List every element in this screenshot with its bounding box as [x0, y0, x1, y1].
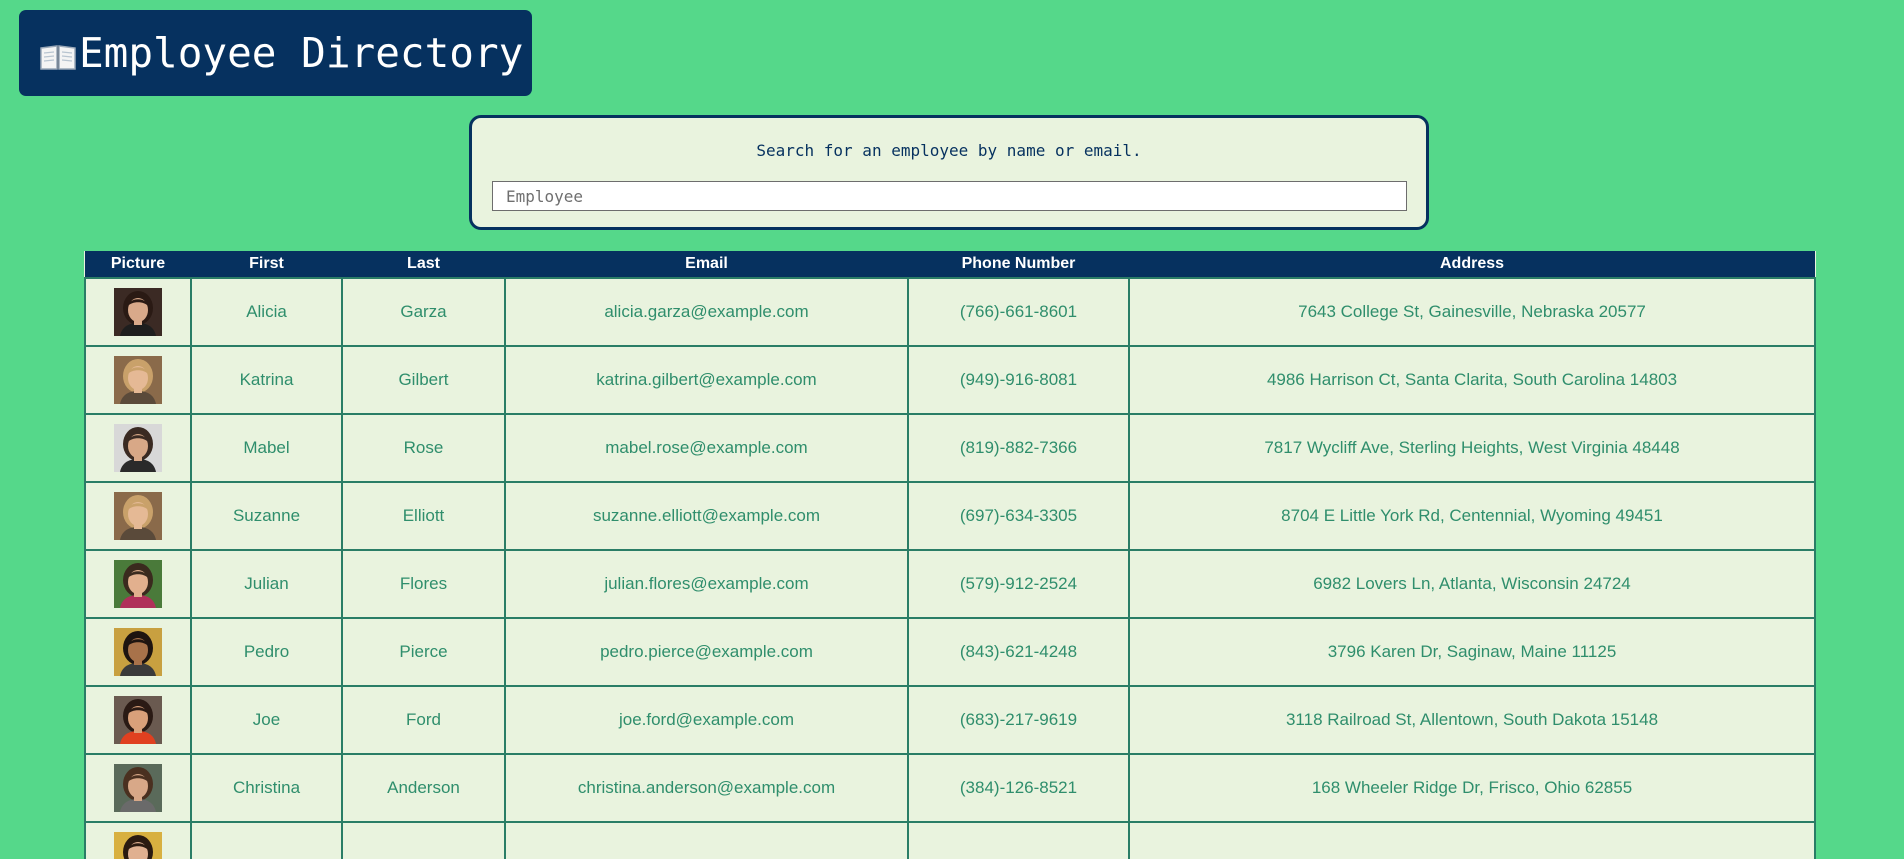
cell-phone: (579)-912-2524 — [907, 549, 1130, 619]
cell-email: suzanne.elliott@example.com — [504, 481, 909, 551]
column-header-phone[interactable]: Phone Number — [908, 251, 1129, 278]
cell-email: alicia.garza@example.com — [504, 277, 909, 347]
table-row: Alicia Garza alicia.garza@example.com (766)… — [84, 277, 1816, 347]
cell-last-name — [341, 821, 506, 859]
app-title: Employee Directory — [79, 29, 524, 77]
employee-avatar — [114, 492, 162, 540]
cell-last-name: Anderson — [341, 753, 506, 823]
employee-avatar — [114, 424, 162, 472]
search-card: Search for an employee by name or email. — [469, 115, 1429, 230]
cell-picture — [84, 549, 192, 619]
cell-address: 6982 Lovers Ln, Atlanta, Wisconsin 24724 — [1128, 549, 1816, 619]
employee-avatar — [114, 628, 162, 676]
employee-search-input[interactable] — [492, 181, 1407, 211]
employee-table: Picture First Last Email Phone Number Ad… — [84, 251, 1816, 859]
column-header-email[interactable]: Email — [505, 251, 908, 278]
employee-avatar — [114, 832, 162, 859]
cell-address: 3796 Karen Dr, Saginaw, Maine 11125 — [1128, 617, 1816, 687]
cell-address: 7643 College St, Gainesville, Nebraska 2… — [1128, 277, 1816, 347]
employee-avatar — [114, 764, 162, 812]
cell-address — [1128, 821, 1816, 859]
cell-picture — [84, 753, 192, 823]
cell-phone: (819)-882-7366 — [907, 413, 1130, 483]
cell-email: julian.flores@example.com — [504, 549, 909, 619]
table-row: Julian Flores julian.flores@example.com (57… — [84, 549, 1816, 619]
column-header-address[interactable]: Address — [1129, 251, 1815, 278]
cell-last-name: Ford — [341, 685, 506, 755]
cell-picture — [84, 345, 192, 415]
cell-last-name: Flores — [341, 549, 506, 619]
column-header-first[interactable]: First — [191, 251, 342, 278]
page: Employee Directory Search for an employe… — [0, 0, 1904, 859]
cell-address: 168 Wheeler Ridge Dr, Frisco, Ohio 62855 — [1128, 753, 1816, 823]
column-header-picture[interactable]: Picture — [85, 251, 191, 278]
cell-email: mabel.rose@example.com — [504, 413, 909, 483]
cell-email: pedro.pierce@example.com — [504, 617, 909, 687]
table-row: Pedro Pierce pedro.pierce@example.com (843)… — [84, 617, 1816, 687]
cell-first-name: Katrina — [190, 345, 343, 415]
table-row: Christina Anderson christina.anderson@exam… — [84, 753, 1816, 823]
open-book-icon — [39, 34, 77, 70]
table-row: Suzanne Elliott suzanne.elliott@example.co… — [84, 481, 1816, 551]
cell-email: joe.ford@example.com — [504, 685, 909, 755]
cell-address: 7817 Wycliff Ave, Sterling Heights, West… — [1128, 413, 1816, 483]
cell-picture — [84, 821, 192, 859]
cell-email: christina.anderson@example.com — [504, 753, 909, 823]
cell-first-name: Suzanne — [190, 481, 343, 551]
cell-phone: (949)-916-8081 — [907, 345, 1130, 415]
table-body: Alicia Garza alicia.garza@example.com (766)… — [84, 277, 1816, 859]
cell-phone — [907, 821, 1130, 859]
cell-last-name: Rose — [341, 413, 506, 483]
table-row: Joe Ford joe.ford@example.com (683)-217-961… — [84, 685, 1816, 755]
cell-picture — [84, 685, 192, 755]
cell-address: 3118 Railroad St, Allentown, South Dakot… — [1128, 685, 1816, 755]
column-header-last[interactable]: Last — [342, 251, 505, 278]
cell-address: 8704 E Little York Rd, Centennial, Wyomi… — [1128, 481, 1816, 551]
cell-phone: (384)-126-8521 — [907, 753, 1130, 823]
employee-table-container: Picture First Last Email Phone Number Ad… — [84, 251, 1816, 859]
cell-first-name — [190, 821, 343, 859]
cell-picture — [84, 481, 192, 551]
employee-avatar — [114, 288, 162, 336]
table-row: Katrina Gilbert katrina.gilbert@example.co… — [84, 345, 1816, 415]
cell-address: 4986 Harrison Ct, Santa Clarita, South C… — [1128, 345, 1816, 415]
cell-phone: (697)-634-3305 — [907, 481, 1130, 551]
table-row — [84, 821, 1816, 859]
cell-first-name: Alicia — [190, 277, 343, 347]
cell-email — [504, 821, 909, 859]
employee-avatar — [114, 560, 162, 608]
cell-first-name: Christina — [190, 753, 343, 823]
search-prompt: Search for an employee by name or email. — [756, 141, 1142, 160]
cell-picture — [84, 277, 192, 347]
app-title-banner: Employee Directory — [19, 10, 532, 96]
cell-first-name: Joe — [190, 685, 343, 755]
cell-picture — [84, 617, 192, 687]
table-header-row: Picture First Last Email Phone Number Ad… — [85, 251, 1815, 278]
cell-last-name: Gilbert — [341, 345, 506, 415]
cell-picture — [84, 413, 192, 483]
cell-last-name: Garza — [341, 277, 506, 347]
cell-first-name: Pedro — [190, 617, 343, 687]
employee-avatar — [114, 696, 162, 744]
employee-avatar — [114, 356, 162, 404]
cell-first-name: Julian — [190, 549, 343, 619]
cell-phone: (766)-661-8601 — [907, 277, 1130, 347]
cell-last-name: Pierce — [341, 617, 506, 687]
cell-first-name: Mabel — [190, 413, 343, 483]
table-row: Mabel Rose mabel.rose@example.com (819)-882… — [84, 413, 1816, 483]
cell-email: katrina.gilbert@example.com — [504, 345, 909, 415]
cell-phone: (683)-217-9619 — [907, 685, 1130, 755]
cell-phone: (843)-621-4248 — [907, 617, 1130, 687]
cell-last-name: Elliott — [341, 481, 506, 551]
